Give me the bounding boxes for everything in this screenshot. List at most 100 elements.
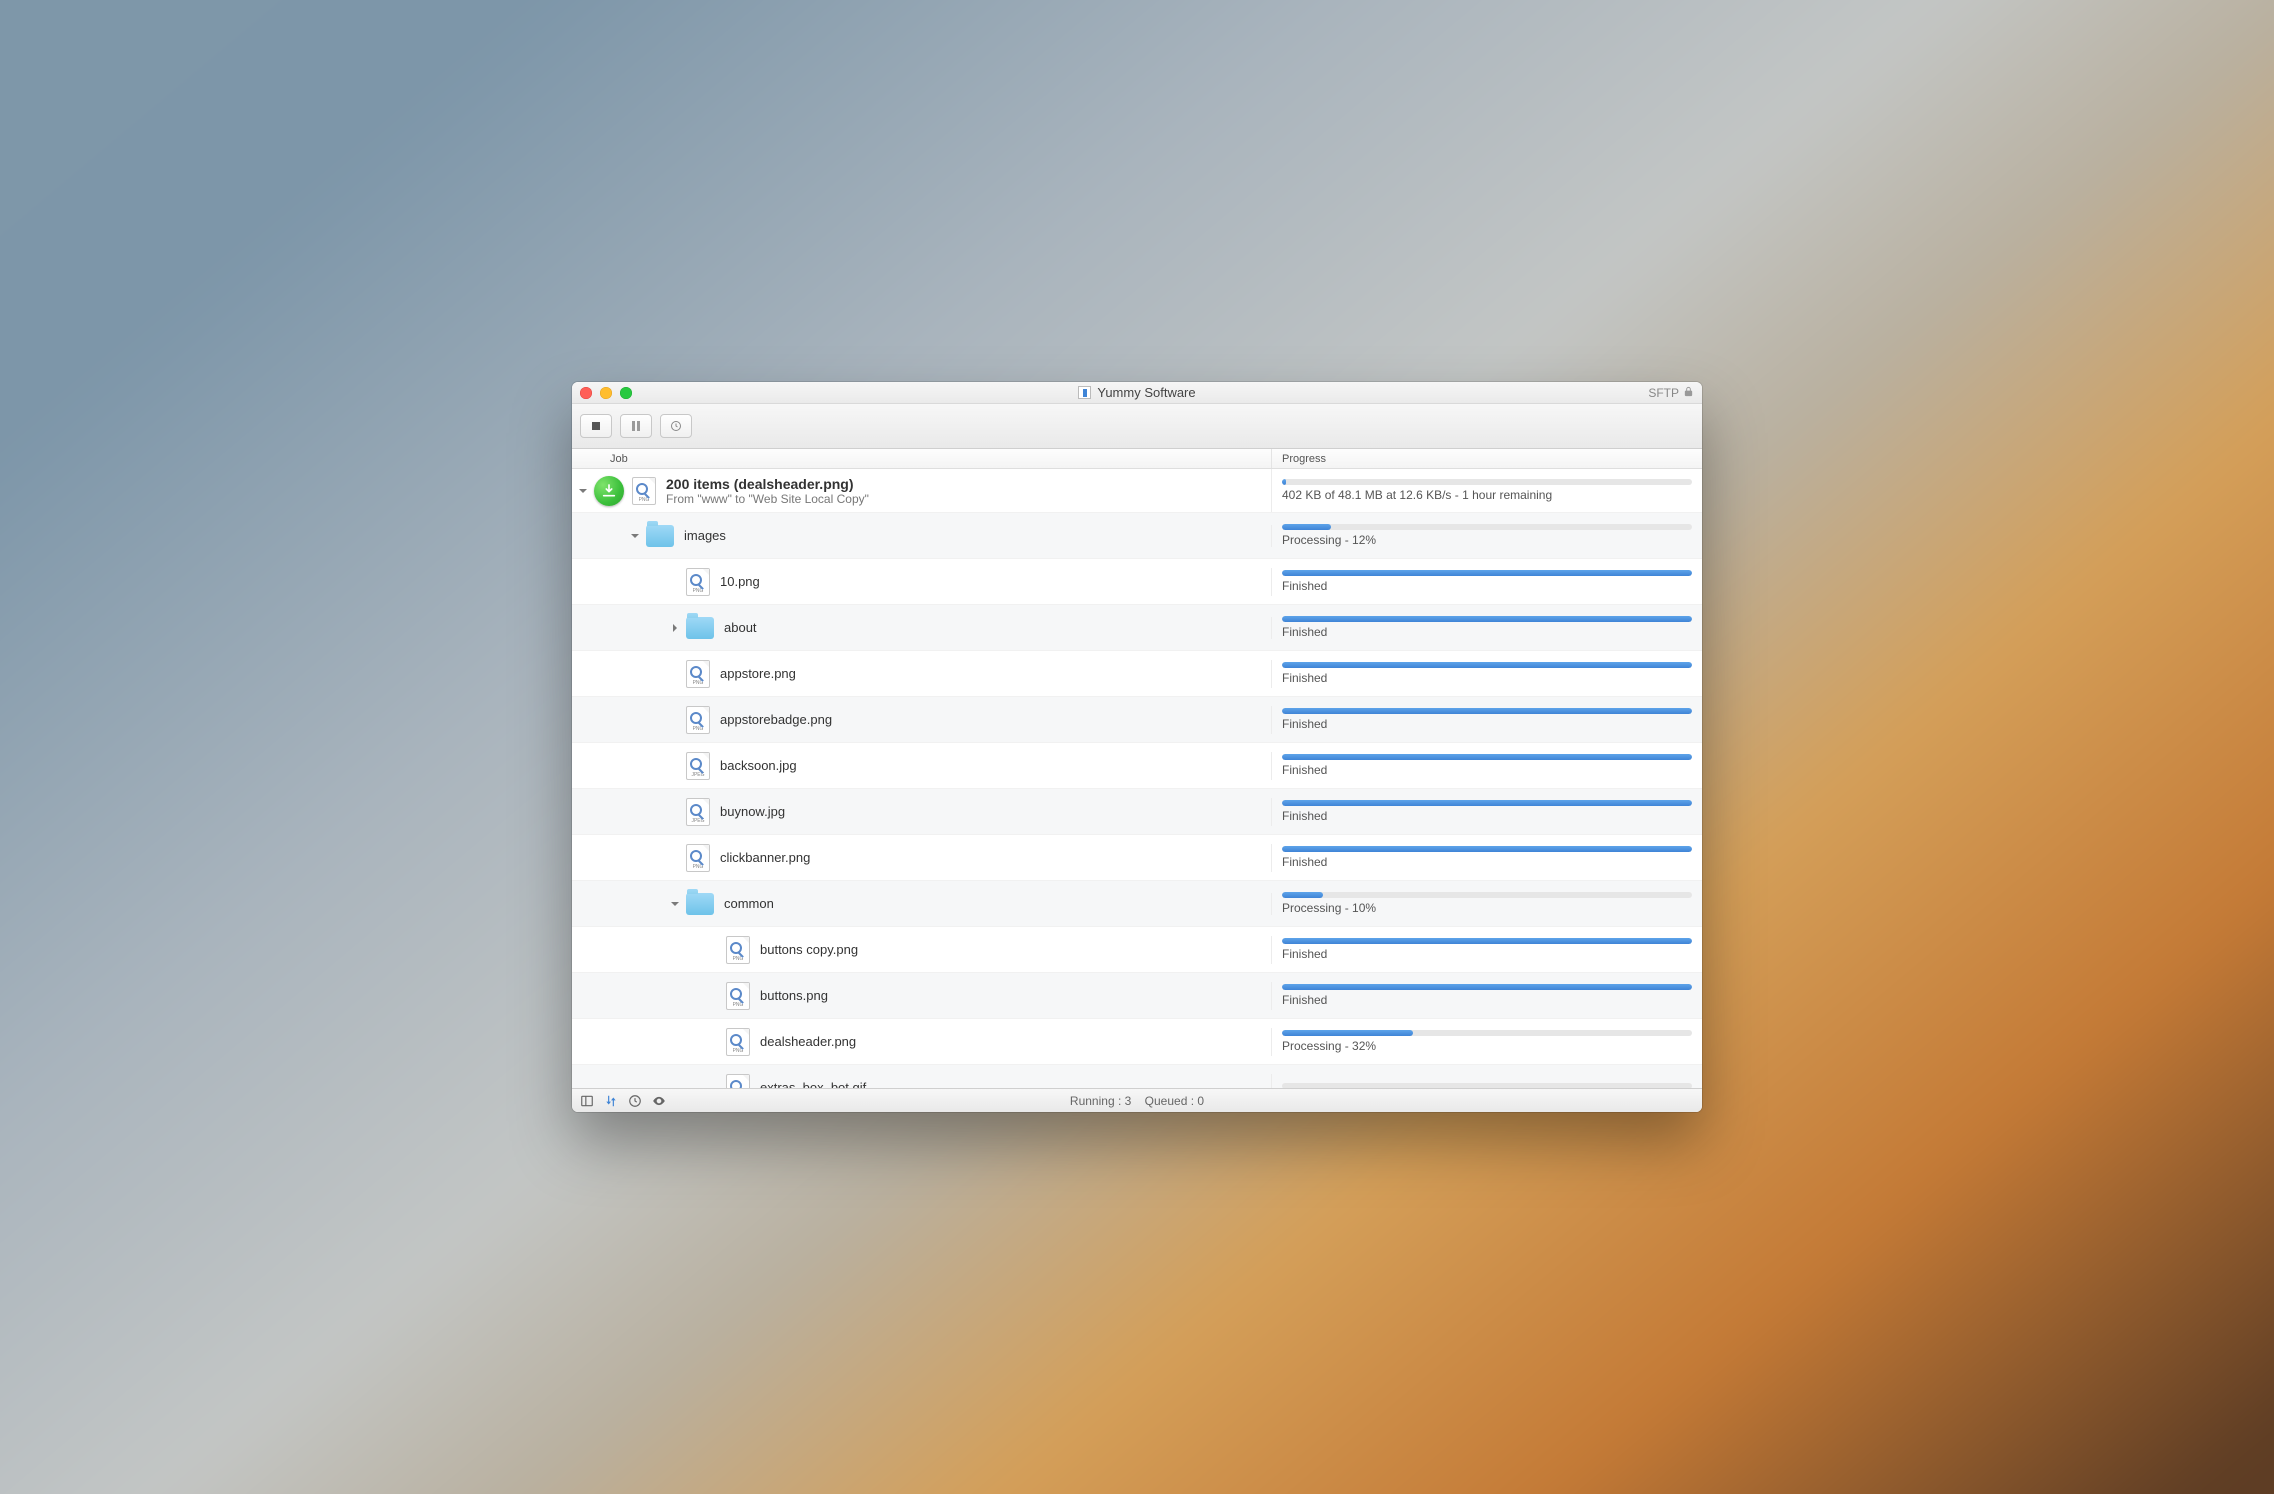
queued-label: Queued : — [1145, 1094, 1194, 1108]
window-controls — [580, 387, 632, 399]
stop-button[interactable] — [580, 414, 612, 438]
list-item[interactable]: PNG dealsheader.png Processing - 32% — [572, 1019, 1702, 1065]
file-icon: PNG — [686, 660, 710, 688]
list-item[interactable]: PNG buttons copy.png Finished — [572, 927, 1702, 973]
columns-header: Job Progress — [572, 449, 1702, 469]
list-item[interactable]: PNG clickbanner.png Finished — [572, 835, 1702, 881]
file-icon: JPEG — [686, 798, 710, 826]
progress-bar — [1282, 662, 1692, 668]
item-name: clickbanner.png — [720, 850, 810, 865]
list-item[interactable]: images Processing - 12% — [572, 513, 1702, 559]
column-header-progress[interactable]: Progress — [1272, 449, 1702, 468]
progress-bar — [1282, 524, 1692, 530]
item-status: Finished — [1282, 947, 1692, 961]
progress-bar — [1282, 616, 1692, 622]
file-icon: GIF — [726, 1074, 750, 1089]
item-name: backsoon.jpg — [720, 758, 797, 773]
progress-bar — [1282, 1030, 1692, 1036]
sidebar-toggle-icon[interactable] — [580, 1094, 594, 1108]
chevron-down-icon[interactable] — [670, 899, 680, 909]
file-icon: PNG — [726, 1028, 750, 1056]
item-status: Finished — [1282, 855, 1692, 869]
folder-icon — [686, 893, 714, 915]
item-status: Processing - 10% — [1282, 901, 1692, 915]
protocol-indicator: SFTP — [1648, 386, 1694, 400]
preview-icon[interactable] — [652, 1094, 666, 1108]
close-button[interactable] — [580, 387, 592, 399]
progress-bar — [1282, 708, 1692, 714]
lock-icon — [1683, 386, 1694, 400]
progress-bar — [1282, 892, 1692, 898]
list-item[interactable]: PNG 10.png Finished — [572, 559, 1702, 605]
download-icon — [594, 476, 624, 506]
file-icon: PNG — [726, 982, 750, 1010]
minimize-button[interactable] — [600, 387, 612, 399]
progress-bar — [1282, 984, 1692, 990]
item-name: common — [724, 896, 774, 911]
chevron-right-icon[interactable] — [670, 623, 680, 633]
file-icon: PNG — [726, 936, 750, 964]
file-icon: PNG — [632, 477, 656, 505]
job-stats: 402 KB of 48.1 MB at 12.6 KB/s - 1 hour … — [1282, 488, 1692, 502]
item-status: Finished — [1282, 579, 1692, 593]
list-item[interactable]: JPEG buynow.jpg Finished — [572, 789, 1702, 835]
job-header-row[interactable]: PNG 200 items (dealsheader.png) From "ww… — [572, 469, 1702, 513]
status-bar: Running : 3 Queued : 0 — [572, 1088, 1702, 1112]
folder-icon — [686, 617, 714, 639]
protocol-label: SFTP — [1648, 386, 1679, 400]
item-status: Finished — [1282, 717, 1692, 731]
queued-count: 0 — [1197, 1094, 1204, 1108]
column-header-job[interactable]: Job — [572, 449, 1272, 468]
running-count: 3 — [1125, 1094, 1132, 1108]
sync-icon[interactable] — [604, 1094, 618, 1108]
pause-button[interactable] — [620, 414, 652, 438]
item-name: extras_box_bot.gif — [760, 1080, 866, 1088]
app-icon — [1078, 386, 1091, 399]
item-status: Finished — [1282, 625, 1692, 639]
item-name: buttons copy.png — [760, 942, 858, 957]
item-name: about — [724, 620, 757, 635]
progress-bar — [1282, 570, 1692, 576]
schedule-icon[interactable] — [628, 1094, 642, 1108]
chevron-down-icon[interactable] — [578, 486, 588, 496]
running-label: Running : — [1070, 1094, 1121, 1108]
item-name: appstorebadge.png — [720, 712, 832, 727]
folder-icon — [646, 525, 674, 547]
progress-bar — [1282, 754, 1692, 760]
list-item[interactable]: about Finished — [572, 605, 1702, 651]
file-icon: PNG — [686, 568, 710, 596]
item-status: Finished — [1282, 993, 1692, 1007]
file-icon: PNG — [686, 706, 710, 734]
item-name: buynow.jpg — [720, 804, 785, 819]
item-status: Processing - 32% — [1282, 1039, 1692, 1053]
file-icon: PNG — [686, 844, 710, 872]
progress-bar — [1282, 846, 1692, 852]
item-name: images — [684, 528, 726, 543]
titlebar: Yummy Software SFTP — [572, 382, 1702, 404]
item-name: buttons.png — [760, 988, 828, 1003]
item-status: Finished — [1282, 763, 1692, 777]
item-name: dealsheader.png — [760, 1034, 856, 1049]
chevron-down-icon[interactable] — [630, 531, 640, 541]
progress-bar — [1282, 938, 1692, 944]
window-title: Yummy Software — [1097, 385, 1195, 400]
item-status: Finished — [1282, 809, 1692, 823]
list-item[interactable]: PNG buttons.png Finished — [572, 973, 1702, 1019]
item-status: Processing - 12% — [1282, 533, 1692, 547]
item-status: Finished — [1282, 671, 1692, 685]
list-item[interactable]: GIF extras_box_bot.gif — [572, 1065, 1702, 1088]
item-name: 10.png — [720, 574, 760, 589]
job-title: 200 items (dealsheader.png) — [666, 476, 869, 492]
list-item[interactable]: PNG appstore.png Finished — [572, 651, 1702, 697]
list-item[interactable]: common Processing - 10% — [572, 881, 1702, 927]
list-item[interactable]: PNG appstorebadge.png Finished — [572, 697, 1702, 743]
window-title-group: Yummy Software — [572, 385, 1702, 400]
history-button[interactable] — [660, 414, 692, 438]
list-item[interactable]: JPEGbacksoon.jpg Finished — [572, 743, 1702, 789]
item-name: appstore.png — [720, 666, 796, 681]
job-subtitle: From "www" to "Web Site Local Copy" — [666, 492, 869, 506]
progress-bar — [1282, 479, 1692, 485]
transfer-list[interactable]: PNG 200 items (dealsheader.png) From "ww… — [572, 469, 1702, 1088]
progress-bar — [1282, 800, 1692, 806]
zoom-button[interactable] — [620, 387, 632, 399]
